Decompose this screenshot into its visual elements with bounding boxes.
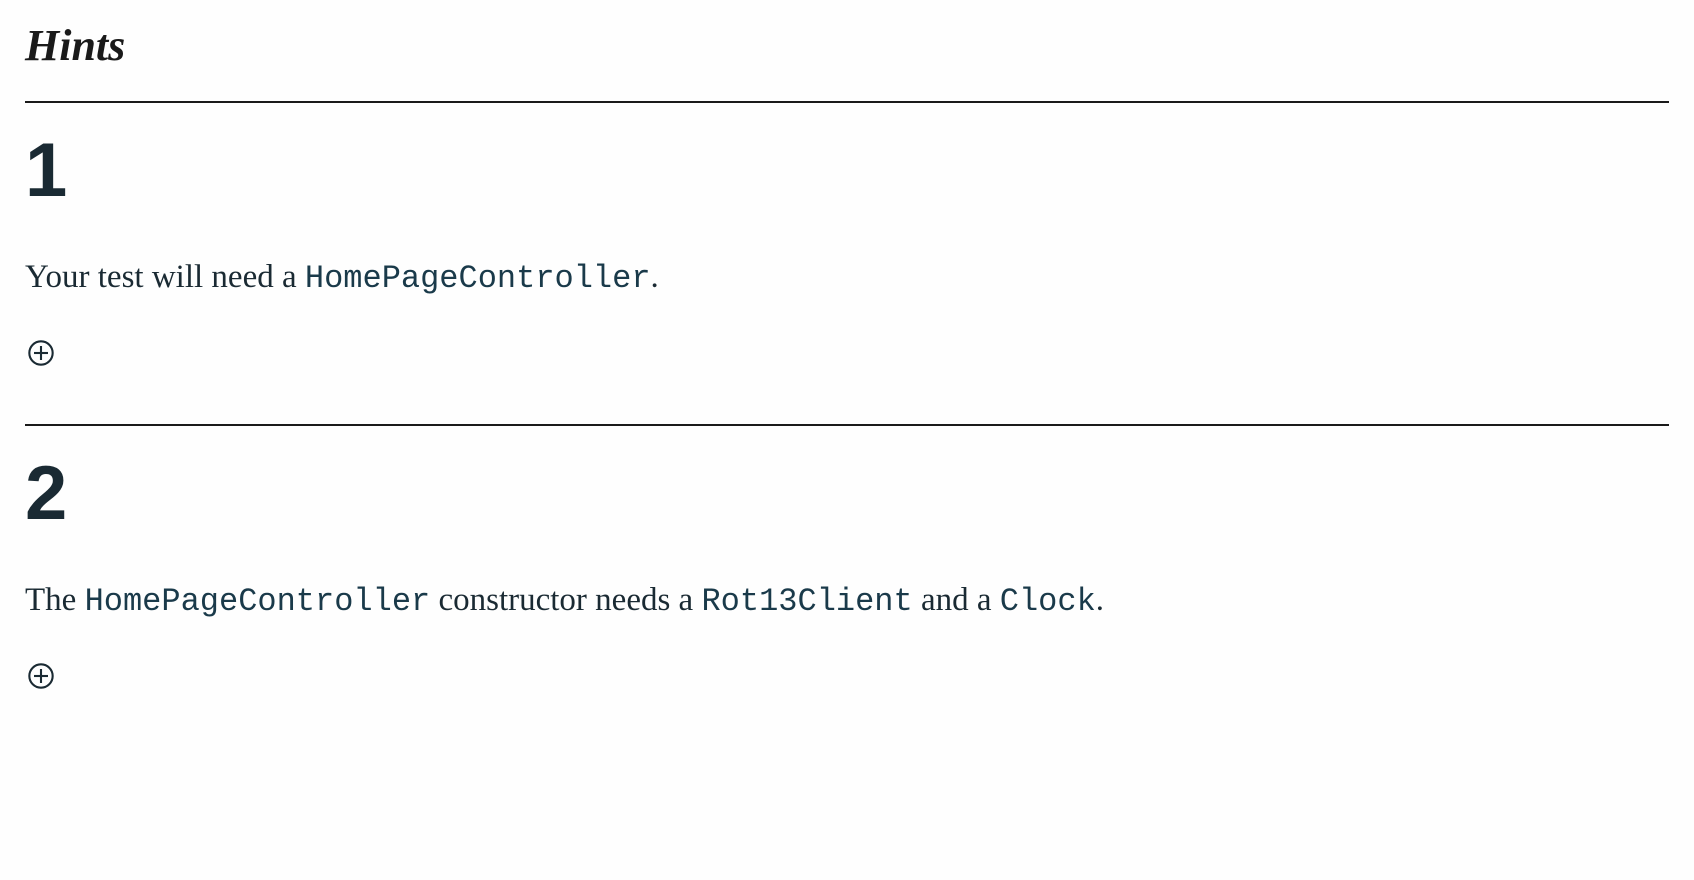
hint-text: The HomePageController constructor needs… (25, 577, 1669, 625)
hint-text-segment: . (1096, 582, 1104, 618)
hint-text: Your test will need a HomePageController… (25, 254, 1669, 302)
hint-section-2: 2 The HomePageController constructor nee… (25, 426, 1669, 747)
code-token: Rot13Client (701, 583, 912, 620)
hint-text-segment: The (25, 582, 85, 618)
hint-text-segment: and a (913, 582, 1000, 618)
hint-text-segment: Your test will need a (25, 259, 305, 295)
expand-button[interactable] (25, 337, 57, 369)
code-token: HomePageController (305, 260, 651, 297)
hints-title: Hints (25, 20, 1669, 71)
code-token: Clock (1000, 583, 1096, 620)
hint-text-segment: constructor needs a (430, 582, 701, 618)
hint-number: 1 (25, 133, 1669, 209)
expand-button[interactable] (25, 660, 57, 692)
plus-circle-icon (27, 662, 55, 690)
plus-circle-icon (27, 339, 55, 367)
hint-section-1: 1 Your test will need a HomePageControll… (25, 103, 1669, 424)
hint-text-segment: . (651, 259, 659, 295)
hint-number: 2 (25, 456, 1669, 532)
code-token: HomePageController (85, 583, 431, 620)
